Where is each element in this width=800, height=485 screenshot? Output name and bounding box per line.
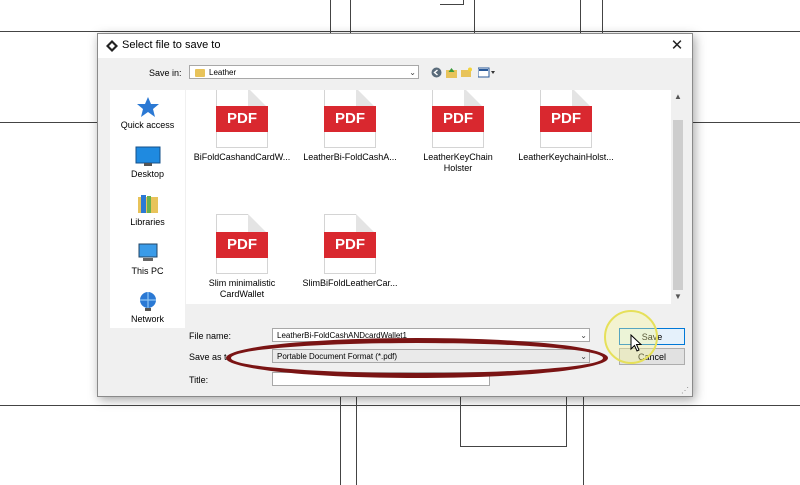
pdf-file-icon: PDF bbox=[432, 90, 484, 148]
file-name: BiFoldCashandCardW... bbox=[193, 152, 291, 162]
dialog-title: Select file to save to bbox=[122, 39, 221, 51]
place-label: Quick access bbox=[120, 120, 175, 130]
save-in-dropdown[interactable]: Leather ⌄ bbox=[189, 65, 419, 79]
background-line bbox=[460, 446, 566, 447]
background-line bbox=[580, 0, 581, 33]
file-name: LeatherKeychainHolst... bbox=[518, 152, 614, 162]
app-logo-icon bbox=[106, 40, 118, 52]
pdf-file-icon: PDF bbox=[540, 90, 592, 148]
up-folder-icon[interactable] bbox=[446, 67, 457, 78]
background-line bbox=[566, 396, 567, 447]
dialog-titlebar: Select file to save to ✕ bbox=[98, 34, 692, 58]
place-label: Desktop bbox=[130, 169, 165, 179]
network-icon bbox=[139, 292, 156, 311]
new-folder-icon[interactable] bbox=[461, 67, 472, 78]
annotation-ellipse bbox=[226, 338, 608, 378]
background-line bbox=[583, 396, 584, 485]
file-item[interactable]: PDF LeatherKeychainHolst... bbox=[516, 90, 616, 163]
file-name: SlimBiFoldLeatherCar... bbox=[302, 278, 398, 288]
background-line bbox=[0, 405, 800, 406]
background-line bbox=[0, 31, 800, 32]
pdf-file-icon: PDF bbox=[324, 90, 376, 148]
background-line bbox=[602, 0, 603, 33]
chevron-down-icon: ⌄ bbox=[409, 68, 416, 77]
background-line bbox=[350, 0, 351, 33]
place-label: Network bbox=[130, 314, 164, 324]
place-label: Libraries bbox=[130, 217, 165, 227]
file-item[interactable]: PDF Slim minimalistic CardWallet bbox=[192, 214, 292, 300]
save-in-value: Leather bbox=[209, 68, 237, 77]
place-quick-access[interactable]: Quick access bbox=[110, 96, 185, 130]
file-name-label: File name: bbox=[189, 331, 232, 341]
save-in-label: Save in: bbox=[149, 68, 182, 78]
place-label: This PC bbox=[131, 266, 164, 276]
places-bar: Quick access Desktop Libraries This PC N… bbox=[110, 90, 185, 328]
place-this-pc[interactable]: This PC bbox=[110, 242, 185, 276]
file-item[interactable]: PDF BiFoldCashandCardW... bbox=[192, 90, 292, 163]
place-network[interactable]: Network bbox=[110, 290, 185, 324]
pdf-file-icon: PDF bbox=[216, 214, 268, 274]
background-line bbox=[340, 396, 341, 485]
mouse-cursor-icon bbox=[630, 334, 642, 352]
background-line bbox=[460, 396, 461, 446]
view-menu-icon[interactable] bbox=[477, 67, 496, 78]
background-line bbox=[474, 0, 475, 33]
scroll-down-icon[interactable]: ▼ bbox=[671, 292, 685, 301]
file-list: PDF BiFoldCashandCardW... PDF LeatherBi-… bbox=[186, 90, 672, 304]
star-icon bbox=[136, 97, 159, 117]
file-item[interactable]: PDF SlimBiFoldLeatherCar... bbox=[300, 214, 400, 289]
pdf-file-icon: PDF bbox=[324, 214, 376, 274]
file-item[interactable]: PDF LeatherKeyChain Holster bbox=[408, 90, 508, 174]
title-label: Title: bbox=[189, 375, 209, 385]
place-libraries[interactable]: Libraries bbox=[110, 193, 185, 227]
background-line bbox=[356, 396, 357, 485]
back-icon[interactable] bbox=[431, 67, 442, 78]
scroll-up-icon[interactable]: ▲ bbox=[671, 92, 685, 101]
folder-icon bbox=[195, 68, 205, 77]
desktop-icon bbox=[135, 146, 160, 166]
chevron-down-icon: ⌄ bbox=[580, 331, 587, 340]
computer-icon bbox=[138, 243, 157, 261]
resize-grip-icon[interactable]: ⋰ bbox=[681, 386, 689, 395]
save-as-type-label: Save as t bbox=[189, 352, 227, 362]
background-line bbox=[463, 0, 464, 5]
background-line bbox=[440, 4, 464, 5]
file-item[interactable]: PDF LeatherBi-FoldCashA... bbox=[300, 90, 400, 163]
file-name: Slim minimalistic CardWallet bbox=[208, 278, 276, 299]
libraries-icon bbox=[137, 195, 158, 213]
file-name: LeatherKeyChain Holster bbox=[423, 152, 493, 173]
place-desktop[interactable]: Desktop bbox=[110, 145, 185, 179]
pdf-file-icon: PDF bbox=[216, 90, 268, 148]
background-line bbox=[330, 0, 331, 33]
file-name: LeatherBi-FoldCashA... bbox=[303, 152, 397, 162]
file-list-scrollbar[interactable]: ▲ ▼ bbox=[671, 90, 685, 304]
close-button[interactable]: ✕ bbox=[662, 34, 692, 58]
scrollbar-thumb[interactable] bbox=[673, 120, 683, 290]
